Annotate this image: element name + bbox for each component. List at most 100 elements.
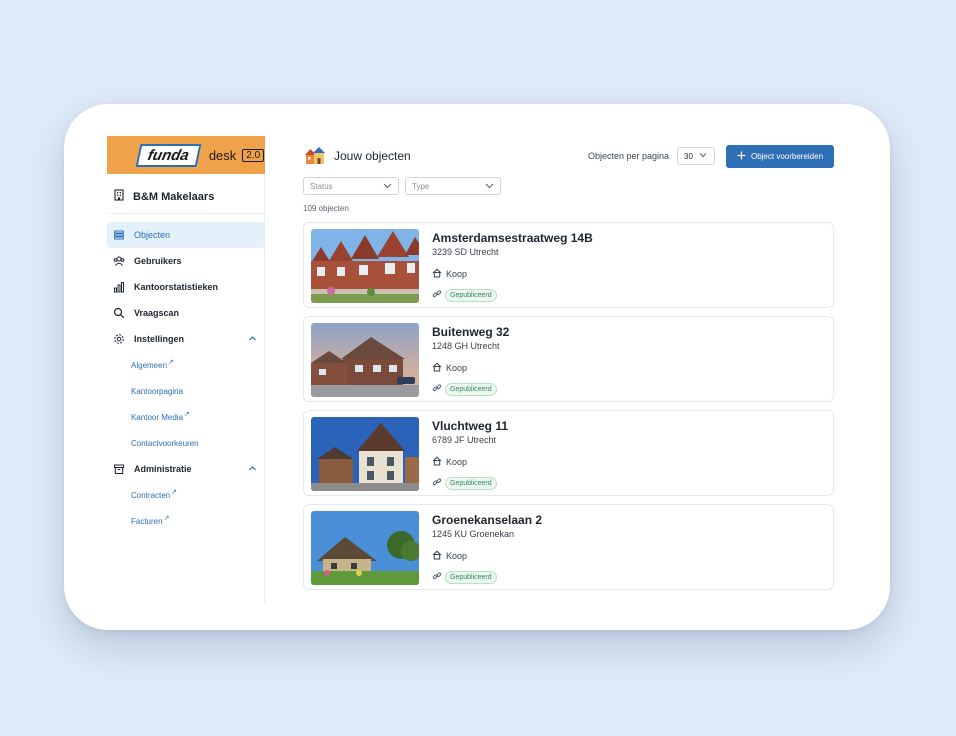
object-status: Gepubliceerd [432,568,542,586]
perpage-select[interactable]: 30 [677,147,715,165]
object-zip: 1245 KU Groenekan [432,529,515,539]
object-info: Groenekanselaan 2 1245 KU Groenekan Koop… [432,511,542,586]
object-type: Koop [432,362,509,374]
object-type-label: Koop [446,551,468,561]
list-item[interactable]: Vluchtweg 11 6789 JF Utrecht Koop Gepubl… [303,410,834,496]
home-icon [432,550,442,562]
nav-sub-contracten[interactable]: Contracten ↗ [107,482,265,508]
perpage-value: 30 [684,151,693,161]
nav-label-facturen: Facturen [131,516,163,526]
app-window: funda desk 2.0 B&M Makelaars Objecten Ge… [64,104,890,630]
object-status: Gepubliceerd [432,380,509,398]
type-filter[interactable]: Type [405,177,501,195]
nav-item-administratie[interactable]: Administratie [107,456,265,482]
object-address[interactable]: Buitenweg 32 [432,325,509,339]
chevron-down-icon [699,151,707,161]
object-address[interactable]: Amsterdamsestraatweg 14B [432,231,593,245]
status-filter[interactable]: Status [303,177,399,195]
chevron-up-icon[interactable] [248,334,257,345]
chevron-down-icon [485,181,494,192]
status-badge: Gepubliceerd [445,382,497,396]
property-photo [311,229,419,303]
status-badge: Gepubliceerd [445,570,497,584]
chevron-down-icon [383,181,392,192]
nav-label-kantoormedia: Kantoor Media [131,412,184,422]
property-photo [311,323,419,397]
brand-logo[interactable]: funda desk 2.0 [107,136,265,174]
object-type-label: Koop [446,457,468,467]
prepare-object-label: Object voorbereiden [750,151,824,161]
nav-sub-contactvoorkeuren[interactable]: Contactvoorkeuren [107,430,265,456]
object-zip: 6789 JF Utrecht [432,435,497,445]
nav-label-objecten: Objecten [134,230,171,240]
status-badge: Gepubliceerd [445,476,497,490]
object-info: Buitenweg 32 1248 GH Utrecht Koop Gepubl… [432,323,509,398]
object-status: Gepubliceerd [432,286,593,304]
main-content: Jouw objecten Objecten per pagina 30 Obj… [303,144,834,598]
version-badge: 2.0 [242,148,265,162]
object-type-label: Koop [446,363,468,373]
nav-label-instellingen: Instellingen [134,334,185,344]
nav-sub-kantoormedia[interactable]: Kantoor Media ↗ [107,404,265,430]
archive-icon [113,463,125,475]
search-icon [113,307,125,319]
building-icon [113,189,125,204]
object-address[interactable]: Vluchtweg 11 [432,419,508,433]
nav-label-kantoorstatistieken: Kantoorstatistieken [134,282,219,292]
nav-item-kantoorstatistieken[interactable]: Kantoorstatistieken [107,274,265,300]
property-photo [311,511,419,585]
gear-icon [113,333,125,345]
list-item[interactable]: Amsterdamsestraatweg 14B 3239 SD Utrecht… [303,222,834,308]
property-photo [311,417,419,491]
houses-icon [303,144,327,168]
object-status: Gepubliceerd [432,474,508,492]
perpage-label: Objecten per pagina [587,151,669,161]
sidebar: funda desk 2.0 B&M Makelaars Objecten Ge… [107,136,265,604]
object-list: Amsterdamsestraatweg 14B 3239 SD Utrecht… [303,222,834,590]
home-icon [432,268,442,280]
list-item[interactable]: Buitenweg 32 1248 GH Utrecht Koop Gepubl… [303,316,834,402]
chevron-up-icon[interactable] [248,464,257,475]
nav-label-vraagscan: Vraagscan [134,308,180,318]
status-filter-placeholder: Status [310,181,333,191]
external-link-icon: ↗ [184,411,190,418]
plus-icon [737,151,746,162]
nav-item-objecten[interactable]: Objecten [107,222,265,248]
list-item[interactable]: Groenekanselaan 2 1245 KU Groenekan Koop… [303,504,834,590]
funda-logo: funda [135,143,202,167]
page-title: Jouw objecten [334,149,411,163]
object-zip: 1248 GH Utrecht [432,341,500,351]
link-icon[interactable] [432,568,442,586]
nav-item-gebruikers[interactable]: Gebruikers [107,248,265,274]
nav-label-contracten: Contracten [131,490,171,500]
home-icon [432,456,442,468]
nav-sub-algemeen[interactable]: Algemeen ↗ [107,352,265,378]
nav-sub-kantoorpagina[interactable]: Kantoorpagina [107,378,265,404]
nav-label-kantoorpagina: Kantoorpagina [131,386,184,396]
object-type-label: Koop [446,269,468,279]
nav-sub-facturen[interactable]: Facturen ↗ [107,508,265,534]
nav-item-instellingen[interactable]: Instellingen [107,326,265,352]
object-info: Amsterdamsestraatweg 14B 3239 SD Utrecht… [432,229,593,304]
object-address[interactable]: Groenekanselaan 2 [432,513,542,527]
company-label: B&M Makelaars [133,190,215,203]
main-nav: Objecten Gebruikers Kantoorstatistieken [107,222,265,534]
object-info: Vluchtweg 11 6789 JF Utrecht Koop Gepubl… [432,417,508,492]
prepare-object-button[interactable]: Object voorbereiden [726,144,834,168]
company-name[interactable]: B&M Makelaars [107,180,265,214]
list-icon [113,229,125,241]
external-link-icon: ↗ [168,359,174,366]
external-link-icon: ↗ [171,489,178,496]
external-link-icon: ↗ [163,515,170,522]
users-icon [113,255,125,267]
link-icon[interactable] [432,474,442,492]
home-icon [432,362,442,374]
filter-bar: Status Type [303,177,834,195]
object-zip: 3239 SD Utrecht [432,247,499,257]
page-header: Jouw objecten Objecten per pagina 30 Obj… [303,144,834,168]
nav-item-vraagscan[interactable]: Vraagscan [107,300,265,326]
bar-chart-icon [113,281,125,293]
object-count: 109 objecten [303,204,349,213]
link-icon[interactable] [432,286,442,304]
link-icon[interactable] [432,380,442,398]
